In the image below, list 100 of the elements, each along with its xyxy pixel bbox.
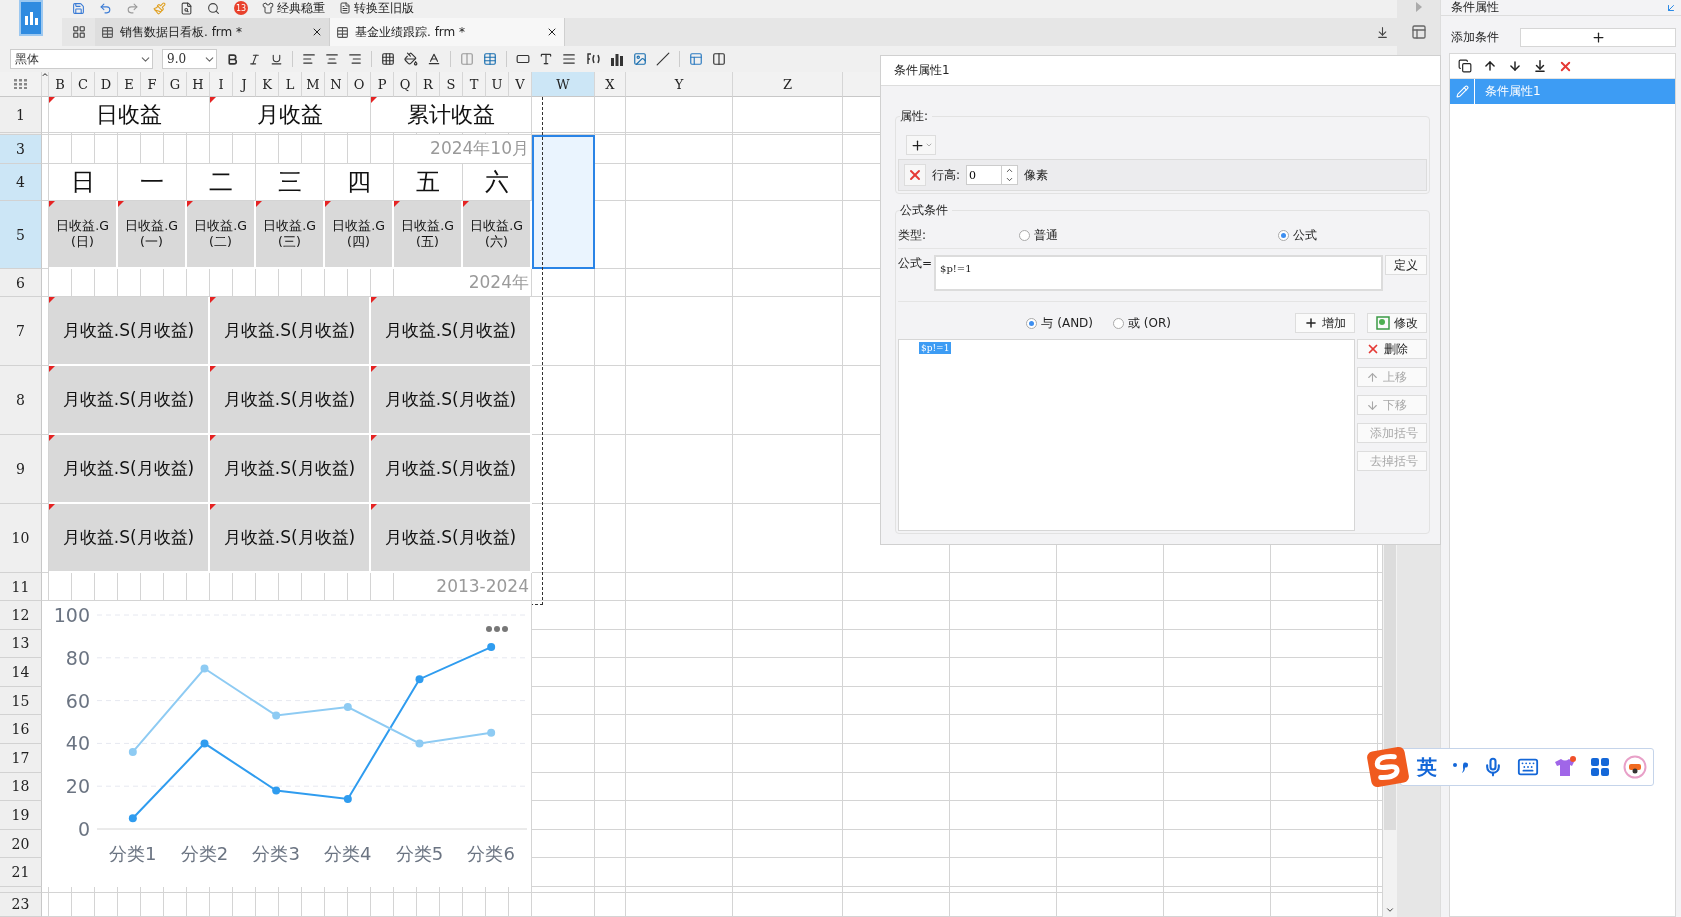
row-header[interactable]: 23 bbox=[0, 892, 42, 917]
close-icon[interactable] bbox=[311, 26, 323, 38]
define-button[interactable]: 定义 bbox=[1385, 255, 1427, 275]
shirt-icon[interactable] bbox=[1553, 756, 1577, 778]
column-header[interactable]: V bbox=[509, 72, 532, 97]
column-header[interactable]: L bbox=[279, 72, 302, 97]
row-header[interactable]: 8 bbox=[0, 366, 42, 435]
row-header[interactable]: 12 bbox=[0, 601, 42, 630]
column-header[interactable]: J bbox=[233, 72, 256, 97]
font-select[interactable]: 黑体 bbox=[10, 49, 153, 69]
row-header[interactable]: 14 bbox=[0, 658, 42, 687]
column-header[interactable]: Z bbox=[733, 72, 843, 97]
selected-cell[interactable] bbox=[532, 135, 595, 269]
radio-button[interactable] bbox=[1019, 230, 1031, 241]
radio-button[interactable] bbox=[1113, 317, 1125, 329]
tab-menu-icon[interactable] bbox=[1376, 25, 1389, 39]
spinner-arrows[interactable] bbox=[1002, 165, 1019, 185]
add-attribute-button[interactable] bbox=[906, 135, 936, 155]
columns-icon[interactable] bbox=[712, 52, 726, 66]
radio-button[interactable] bbox=[1026, 317, 1038, 329]
radio-option[interactable]: 或 (OR) bbox=[1113, 314, 1171, 332]
mascot-icon[interactable] bbox=[1623, 755, 1647, 779]
ime-logo-icon[interactable] bbox=[1366, 746, 1410, 788]
radio-option[interactable]: 公式 bbox=[1278, 227, 1318, 244]
column-header[interactable]: N bbox=[325, 72, 348, 97]
panel-icon[interactable] bbox=[1410, 24, 1427, 40]
scroll-down-icon[interactable] bbox=[1385, 905, 1395, 915]
column-header[interactable]: H bbox=[187, 72, 210, 97]
row-header[interactable]: 15 bbox=[0, 686, 42, 716]
column-header[interactable]: U bbox=[486, 72, 509, 97]
row-header[interactable]: 5 bbox=[0, 201, 42, 269]
row-header[interactable]: 18 bbox=[0, 772, 42, 802]
column-header[interactable]: T bbox=[463, 72, 486, 97]
align-right-icon[interactable] bbox=[348, 52, 362, 66]
file-tab[interactable]: 销售数据日看板. frm * bbox=[95, 18, 330, 46]
underline-icon[interactable] bbox=[270, 52, 283, 66]
radio-option[interactable]: 普通 bbox=[1019, 227, 1059, 244]
row-header[interactable]: 4 bbox=[0, 164, 42, 201]
row-header[interactable]: 1 bbox=[0, 97, 42, 133]
formula-field[interactable]: $p!=1 bbox=[934, 255, 1383, 291]
align-center-icon[interactable] bbox=[325, 52, 339, 66]
column-header[interactable]: M bbox=[302, 72, 325, 97]
row-header[interactable]: 10 bbox=[0, 504, 42, 573]
grid-icon[interactable] bbox=[71, 25, 86, 39]
remove-button[interactable] bbox=[904, 164, 926, 186]
row-header[interactable]: 20 bbox=[0, 829, 42, 859]
row-header[interactable]: 21 bbox=[0, 858, 42, 887]
close-icon[interactable] bbox=[546, 26, 558, 38]
column-header[interactable]: O bbox=[348, 72, 371, 97]
column-header[interactable]: F bbox=[141, 72, 164, 97]
column-header[interactable]: X bbox=[595, 72, 626, 97]
column-header[interactable]: K bbox=[256, 72, 279, 97]
column-header[interactable]: I bbox=[210, 72, 233, 97]
row-height-field[interactable]: 0 bbox=[966, 165, 1003, 185]
fill-color-icon[interactable] bbox=[404, 52, 418, 66]
modify-button[interactable]: 修改 bbox=[1367, 313, 1427, 333]
column-header[interactable]: D bbox=[95, 72, 118, 97]
move-to-bottom-icon[interactable] bbox=[1533, 59, 1547, 73]
row-header[interactable]: 6 bbox=[0, 269, 42, 297]
column-header[interactable]: P bbox=[371, 72, 394, 97]
column-header[interactable]: W bbox=[532, 72, 595, 97]
column-header[interactable]: R bbox=[417, 72, 440, 97]
text-icon[interactable] bbox=[539, 52, 553, 66]
font-size-select[interactable]: 9.0 bbox=[162, 49, 217, 69]
apps-icon[interactable] bbox=[1591, 758, 1609, 776]
column-header[interactable]: ^ bbox=[42, 72, 49, 97]
action-button[interactable]: 删除 bbox=[1357, 339, 1427, 359]
table-icon[interactable] bbox=[483, 52, 497, 66]
line-icon[interactable] bbox=[656, 52, 670, 66]
undo-icon[interactable] bbox=[99, 1, 112, 15]
save-icon[interactable] bbox=[72, 1, 85, 15]
keyboard-icon[interactable] bbox=[1517, 756, 1539, 778]
arrow-down-icon[interactable] bbox=[1508, 59, 1522, 73]
border-icon[interactable] bbox=[381, 52, 395, 66]
column-header[interactable]: C bbox=[72, 72, 95, 97]
align-left-icon[interactable] bbox=[302, 52, 316, 66]
column-header[interactable]: B bbox=[49, 72, 72, 97]
row-header[interactable]: 7 bbox=[0, 297, 42, 366]
function-icon[interactable] bbox=[585, 52, 601, 66]
paragraph-icon[interactable] bbox=[562, 52, 576, 66]
column-header[interactable]: E bbox=[118, 72, 141, 97]
app-logo-icon[interactable] bbox=[19, 0, 43, 36]
microphone-icon[interactable] bbox=[1483, 757, 1503, 777]
column-header[interactable]: G bbox=[164, 72, 187, 97]
column-header[interactable]: Q bbox=[394, 72, 417, 97]
row-header[interactable]: 9 bbox=[0, 435, 42, 504]
row-header[interactable]: 17 bbox=[0, 743, 42, 773]
bar-chart-icon[interactable] bbox=[610, 52, 624, 66]
select-all-icon[interactable] bbox=[0, 72, 42, 97]
column-header[interactable]: Y bbox=[626, 72, 733, 97]
layout-icon[interactable] bbox=[689, 52, 703, 66]
arrow-up-icon[interactable] bbox=[1483, 59, 1497, 73]
more-icon[interactable] bbox=[486, 626, 508, 632]
image-icon[interactable] bbox=[633, 52, 647, 66]
increment-icon[interactable] bbox=[1005, 166, 1015, 175]
radio-button[interactable] bbox=[1278, 230, 1290, 241]
input-mode-toggle[interactable]: 英 bbox=[1417, 753, 1437, 781]
row-header[interactable]: 16 bbox=[0, 715, 42, 744]
decrement-icon[interactable] bbox=[1005, 175, 1015, 184]
legacy-button[interactable]: 转换至旧版 bbox=[339, 1, 414, 15]
